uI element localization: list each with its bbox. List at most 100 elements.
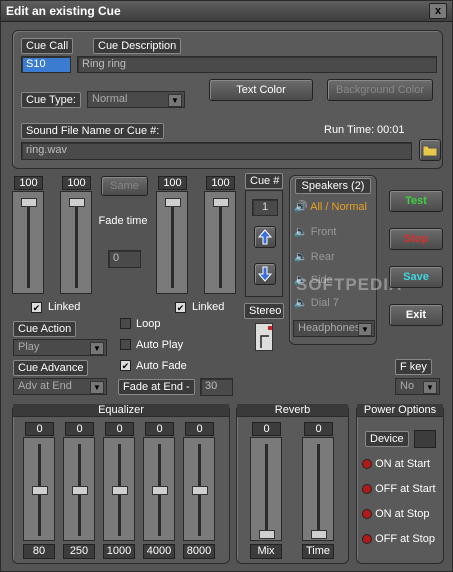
- auto-fade-checkbox[interactable]: ✔: [120, 360, 131, 371]
- power-option-on-start[interactable]: ON at Start: [362, 458, 430, 470]
- eq-band-label: 1000: [103, 544, 135, 559]
- speaker-item-front[interactable]: 🔈 Front: [294, 225, 336, 238]
- slider-thumb[interactable]: [72, 486, 88, 495]
- linked-checkbox-left[interactable]: ✔: [31, 302, 42, 313]
- chevron-down-icon: ▼: [90, 342, 104, 355]
- slider-thumb[interactable]: [69, 198, 85, 207]
- level-value-3: 100: [158, 176, 187, 190]
- stereo-toggle-icon: [260, 326, 272, 348]
- cue-description-input[interactable]: Ring ring: [77, 56, 437, 73]
- cue-advance-dropdown[interactable]: Adv at End ▼: [13, 378, 107, 395]
- cue-call-input[interactable]: S10: [21, 56, 71, 73]
- eq-band-slider[interactable]: [23, 437, 55, 541]
- speaker-icon: 🔈: [294, 297, 308, 309]
- power-option-on-stop[interactable]: ON at Stop: [362, 508, 429, 520]
- equalizer-title: Equalizer: [13, 404, 229, 417]
- sound-file-label: Sound File Name or Cue #:: [21, 123, 165, 139]
- slider-thumb[interactable]: [152, 486, 168, 495]
- folder-icon: [422, 145, 438, 157]
- level-slider-3[interactable]: [156, 191, 188, 294]
- eq-band-value: 0: [145, 422, 174, 436]
- window-title: Edit an existing Cue: [6, 4, 121, 18]
- watermark: SOFTPEDIA: [296, 275, 403, 294]
- cue-up-button[interactable]: [254, 226, 276, 248]
- eq-band-slider[interactable]: [103, 437, 135, 541]
- eq-band-slider[interactable]: [183, 437, 215, 541]
- cue-type-dropdown[interactable]: Normal ▼: [87, 91, 185, 108]
- eq-band-value: 0: [25, 422, 54, 436]
- chevron-down-icon: ▼: [168, 94, 182, 107]
- slider-thumb[interactable]: [311, 530, 327, 539]
- level-value-4: 100: [206, 176, 235, 190]
- speaker-icon: 🔈: [294, 226, 308, 238]
- radio-icon: [362, 509, 372, 520]
- slider-thumb[interactable]: [165, 198, 181, 207]
- test-button[interactable]: Test: [389, 190, 443, 212]
- level-slider-4[interactable]: [204, 191, 236, 294]
- fade-at-end-input[interactable]: 30: [200, 378, 233, 396]
- close-button[interactable]: x: [429, 3, 447, 19]
- slider-thumb[interactable]: [112, 486, 128, 495]
- cue-number-label: Cue #: [245, 173, 283, 189]
- equalizer-panel: Equalizer 0 80 0 250 0 1000 0 4000 0 8000: [12, 404, 230, 564]
- eq-band-slider[interactable]: [143, 437, 175, 541]
- stop-button[interactable]: Stop: [389, 228, 443, 250]
- fkey-label: F key: [395, 359, 432, 375]
- arrow-up-icon: [257, 229, 273, 245]
- cue-number-panel: 1: [245, 190, 283, 297]
- power-option-off-stop[interactable]: OFF at Stop: [362, 533, 435, 545]
- eq-band-slider[interactable]: [63, 437, 95, 541]
- speaker-item-rear[interactable]: 🔈 Rear: [294, 250, 335, 263]
- cue-down-button[interactable]: [254, 263, 276, 285]
- stereo-toggle[interactable]: [255, 323, 273, 351]
- reverb-slider[interactable]: [250, 437, 282, 541]
- loop-label: Loop: [136, 318, 161, 330]
- fkey-dropdown[interactable]: No ▼: [395, 378, 440, 395]
- slider-thumb[interactable]: [21, 198, 37, 207]
- speakers-panel: Speakers (2) 🔊 All / Normal 🔈 Front 🔈 Re…: [289, 175, 377, 345]
- radio-icon: [362, 484, 372, 495]
- speaker-output-dropdown[interactable]: Headphones ▼: [293, 320, 375, 337]
- level-slider-2[interactable]: [60, 191, 92, 294]
- eq-band-value: 0: [185, 422, 214, 436]
- speaker-icon: 🔈: [294, 251, 308, 263]
- reverb-slider[interactable]: [302, 437, 334, 541]
- reverb-value: 0: [304, 422, 333, 436]
- chevron-down-icon: ▼: [423, 381, 437, 394]
- device-swatch[interactable]: [414, 430, 436, 448]
- save-button[interactable]: Save: [389, 266, 443, 288]
- slider-thumb[interactable]: [259, 530, 275, 539]
- eq-band-label: 8000: [183, 544, 215, 559]
- fkey-value: No: [400, 380, 415, 392]
- fade-time-input[interactable]: 0: [108, 250, 141, 268]
- reverb-panel: Reverb 0 Mix 0 Time: [236, 404, 349, 564]
- cue-call-label: Cue Call: [21, 38, 74, 54]
- cue-info-panel: Cue Call Cue Description S10 Ring ring C…: [12, 30, 443, 169]
- cue-advance-value: Adv at End: [18, 380, 72, 392]
- loop-checkbox[interactable]: [120, 318, 131, 329]
- cue-editor-window: Edit an existing Cue x Cue Call Cue Desc…: [0, 0, 453, 572]
- level-slider-1[interactable]: [12, 191, 44, 294]
- cue-action-label: Cue Action: [13, 321, 77, 337]
- linked-label-right: Linked: [192, 301, 225, 313]
- title-bar: Edit an existing Cue x: [1, 1, 452, 22]
- speaker-item-dial[interactable]: 🔈 Dial 7: [294, 296, 339, 309]
- background-color-button[interactable]: Background Color: [327, 79, 433, 101]
- sound-file-input[interactable]: ring.wav: [21, 142, 412, 160]
- cue-action-dropdown[interactable]: Play ▼: [13, 339, 107, 356]
- slider-thumb[interactable]: [32, 486, 48, 495]
- power-options-title: Power Options: [357, 404, 443, 417]
- linked-checkbox-right[interactable]: ✔: [175, 302, 186, 313]
- power-option-off-start[interactable]: OFF at Start: [362, 483, 436, 495]
- speaker-item-all[interactable]: 🔊 All / Normal: [294, 200, 367, 213]
- cue-number-input[interactable]: 1: [252, 199, 278, 216]
- text-color-button[interactable]: Text Color: [209, 79, 313, 101]
- same-button[interactable]: Same: [101, 176, 148, 196]
- eq-band-label: 4000: [143, 544, 175, 559]
- exit-button[interactable]: Exit: [389, 304, 443, 326]
- slider-thumb[interactable]: [213, 198, 229, 207]
- slider-thumb[interactable]: [192, 486, 208, 495]
- auto-play-checkbox[interactable]: [120, 339, 131, 350]
- speaker-output-value: Headphones: [298, 322, 361, 334]
- browse-folder-button[interactable]: [419, 139, 441, 161]
